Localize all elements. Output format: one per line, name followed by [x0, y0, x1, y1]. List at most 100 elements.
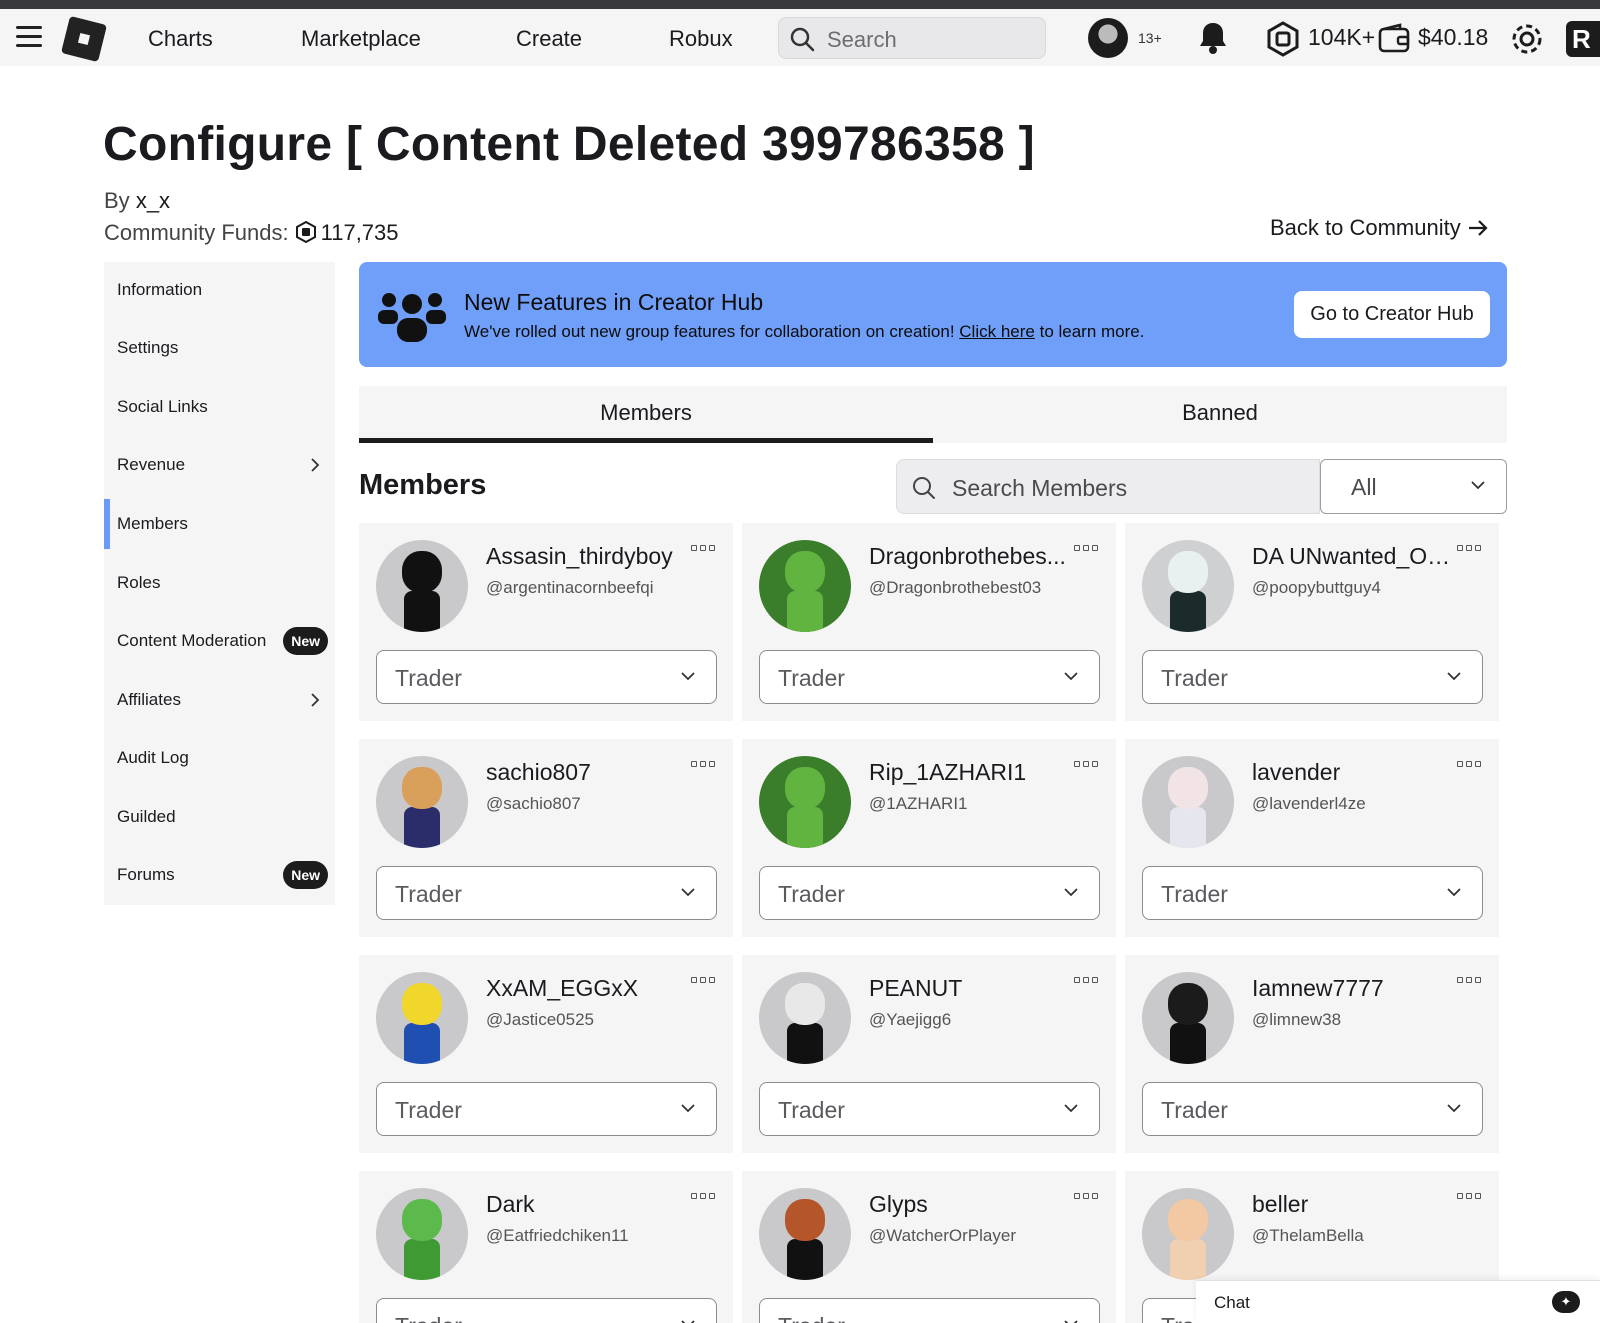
member-card: PEANUT @Yaejigg6 Trader — [742, 955, 1116, 1153]
back-to-community-link[interactable]: Back to Community — [1270, 215, 1489, 241]
member-avatar[interactable] — [759, 972, 851, 1064]
avatar-head — [1167, 983, 1209, 1026]
wallet-icon[interactable] — [1378, 23, 1410, 53]
role-filter-select[interactable]: All — [1320, 459, 1507, 514]
member-role-value: Trader — [395, 1313, 462, 1323]
member-username: @poopybuttguy4 — [1252, 578, 1381, 597]
member-avatar[interactable] — [1142, 972, 1234, 1064]
robux-balance[interactable]: 104K+ — [1308, 24, 1375, 51]
tab-members[interactable]: Members — [359, 386, 933, 443]
avatar-head — [1167, 767, 1209, 810]
sidebar-item-social-links[interactable]: Social Links — [104, 382, 335, 432]
new-badge: New — [283, 861, 328, 889]
more-options-icon[interactable] — [691, 1193, 717, 1207]
member-display-name[interactable]: lavender — [1252, 759, 1340, 786]
nav-link-robux[interactable]: Robux — [669, 26, 733, 52]
more-options-icon[interactable] — [1457, 545, 1483, 559]
banner-description: We've rolled out new group features for … — [464, 322, 1144, 342]
sidebar-item-affiliates[interactable]: Affiliates — [104, 675, 335, 725]
more-options-icon[interactable] — [1074, 1193, 1100, 1207]
member-card: XxAM_EGGxX @Jastice0525 Trader — [359, 955, 733, 1153]
search-members-input[interactable]: Search Members — [896, 459, 1320, 514]
nav-link-charts[interactable]: Charts — [148, 26, 213, 52]
member-avatar[interactable] — [376, 1188, 468, 1280]
go-to-creator-hub-button[interactable]: Go to Creator Hub — [1294, 291, 1490, 338]
member-card: Glyps @WatcherOrPlayer Trader — [742, 1171, 1116, 1323]
member-display-name[interactable]: XxAM_EGGxX — [486, 975, 638, 1002]
more-options-icon[interactable] — [1074, 761, 1100, 775]
member-display-name[interactable]: Dark — [486, 1191, 535, 1218]
search-input[interactable]: Search — [778, 17, 1046, 59]
chat-bar[interactable]: Chat ✦ — [1196, 1280, 1600, 1323]
member-avatar[interactable] — [376, 540, 468, 632]
roblox-studio-icon[interactable]: R — [1566, 21, 1600, 57]
more-options-icon[interactable] — [1457, 1193, 1483, 1207]
avatar-body — [786, 590, 824, 632]
member-role-select[interactable]: Trader — [759, 1298, 1100, 1323]
chat-expand-icon[interactable]: ✦ — [1552, 1291, 1580, 1313]
more-options-icon[interactable] — [691, 545, 717, 559]
member-display-name[interactable]: sachio807 — [486, 759, 591, 786]
member-role-select[interactable]: Trader — [1142, 866, 1483, 920]
more-options-icon[interactable] — [1074, 545, 1100, 559]
member-role-select[interactable]: Trader — [376, 650, 717, 704]
more-options-icon[interactable] — [1457, 977, 1483, 991]
age-badge: 13+ — [1138, 30, 1162, 46]
user-avatar[interactable] — [1088, 18, 1128, 58]
member-avatar[interactable] — [1142, 756, 1234, 848]
member-role-select[interactable]: Trader — [376, 1298, 717, 1323]
member-avatar[interactable] — [759, 540, 851, 632]
chevron-down-icon — [1447, 1104, 1461, 1113]
member-display-name[interactable]: PEANUT — [869, 975, 962, 1002]
owner-name[interactable]: x_x — [136, 188, 170, 213]
sidebar-item-members[interactable]: Members — [104, 499, 335, 549]
member-display-name[interactable]: Dragonbrothebes... — [869, 543, 1066, 570]
member-role-select[interactable]: Trader — [759, 1082, 1100, 1136]
member-avatar[interactable] — [1142, 540, 1234, 632]
more-options-icon[interactable] — [691, 761, 717, 775]
member-avatar[interactable] — [759, 756, 851, 848]
member-role-select[interactable]: Trader — [376, 866, 717, 920]
member-role-select[interactable]: Trader — [376, 1082, 717, 1136]
member-display-name[interactable]: DA UNwanted_One — [1252, 543, 1452, 570]
nav-link-create[interactable]: Create — [516, 26, 582, 52]
top-strip — [0, 0, 1600, 9]
sidebar-item-settings[interactable]: Settings — [104, 323, 335, 373]
member-role-select[interactable]: Trader — [759, 866, 1100, 920]
member-display-name[interactable]: beller — [1252, 1191, 1308, 1218]
member-display-name[interactable]: Assasin_thirdyboy — [486, 543, 673, 570]
member-display-name[interactable]: Glyps — [869, 1191, 928, 1218]
member-username: @argentinacornbeefqi — [486, 578, 654, 597]
tab-banned[interactable]: Banned — [933, 386, 1507, 443]
more-options-icon[interactable] — [691, 977, 717, 991]
sidebar-item-guilded[interactable]: Guilded — [104, 792, 335, 842]
member-display-name[interactable]: Iamnew7777 — [1252, 975, 1384, 1002]
nav-link-marketplace[interactable]: Marketplace — [301, 26, 421, 52]
member-avatar[interactable] — [376, 972, 468, 1064]
member-role-select[interactable]: Trader — [759, 650, 1100, 704]
member-avatar[interactable] — [1142, 1188, 1234, 1280]
member-role-select[interactable]: Trader — [1142, 650, 1483, 704]
sidebar-item-audit-log[interactable]: Audit Log — [104, 733, 335, 783]
sidebar-item-label: Information — [117, 280, 203, 299]
avatar-head — [784, 983, 826, 1026]
sidebar-item-revenue[interactable]: Revenue — [104, 440, 335, 490]
sidebar-item-content-moderation[interactable]: Content Moderation New — [104, 616, 335, 666]
sidebar-item-forums[interactable]: Forums New — [104, 850, 335, 900]
member-role-select[interactable]: Trader — [1142, 1082, 1483, 1136]
sidebar-item-information[interactable]: Information — [104, 265, 335, 315]
notification-bell-icon[interactable] — [1197, 21, 1229, 55]
search-icon — [913, 477, 935, 499]
more-options-icon[interactable] — [1074, 977, 1100, 991]
member-avatar[interactable] — [759, 1188, 851, 1280]
wallet-balance[interactable]: $40.18 — [1418, 24, 1488, 51]
menu-icon[interactable] — [16, 26, 42, 48]
sidebar-item-roles[interactable]: Roles — [104, 558, 335, 608]
settings-gear-icon[interactable] — [1508, 20, 1546, 58]
click-here-link[interactable]: Click here — [959, 322, 1035, 341]
roblox-logo-icon[interactable] — [60, 15, 108, 63]
member-display-name[interactable]: Rip_1AZHARI1 — [869, 759, 1026, 786]
member-avatar[interactable] — [376, 756, 468, 848]
more-options-icon[interactable] — [1457, 761, 1483, 775]
robux-icon[interactable] — [1265, 21, 1301, 57]
